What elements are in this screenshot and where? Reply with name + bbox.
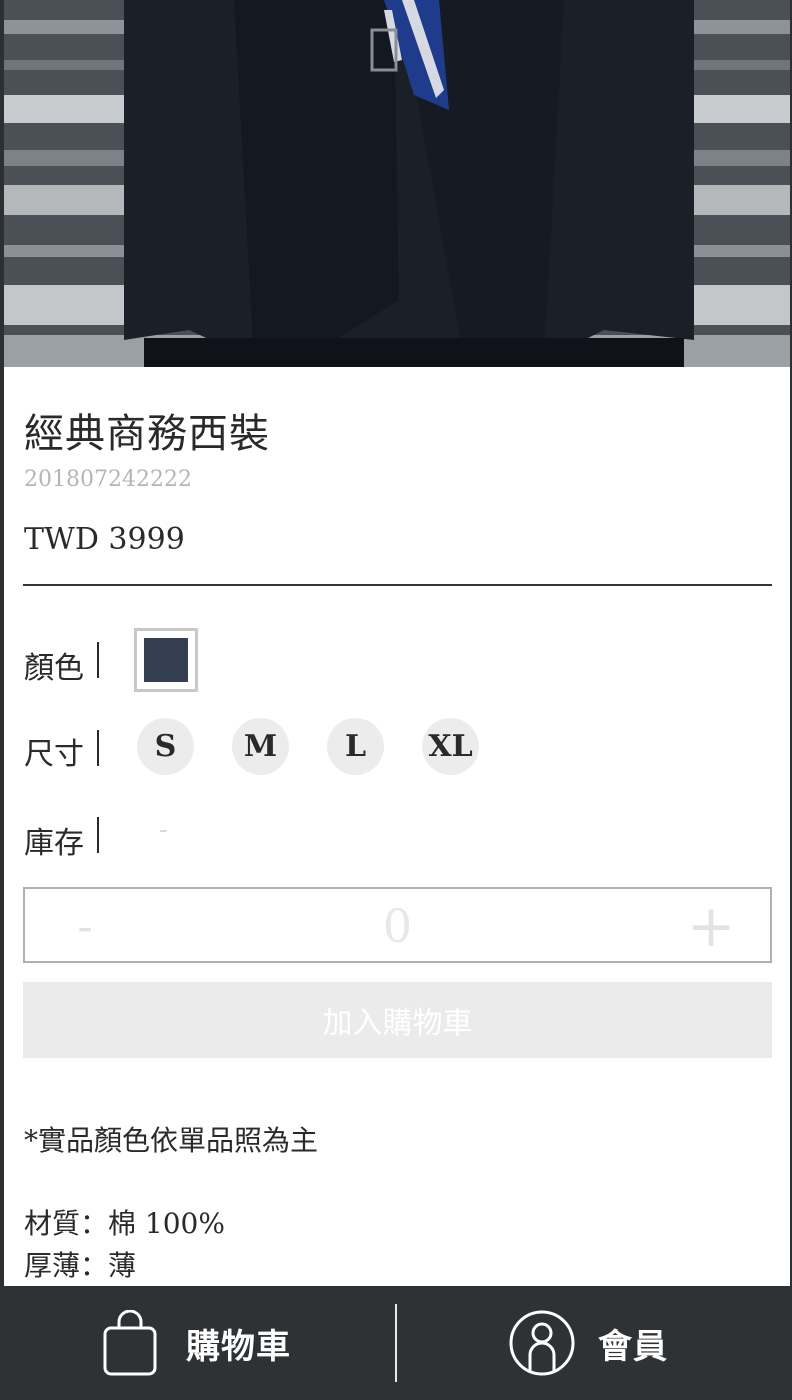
product-sku: 201807242222 [24,467,192,492]
divider [23,584,772,586]
tab-cart[interactable]: 購物車 [102,1286,291,1400]
quantity-stepper: - 0 + [23,887,772,963]
quantity-increase-button[interactable]: + [686,897,736,955]
color-note: *實品顏色依單品照為主 [24,1124,319,1157]
color-swatch-fill [144,638,188,682]
shopping-bag-icon [102,1309,158,1376]
color-swatch[interactable] [134,628,198,692]
size-option-s[interactable]: S [137,718,194,775]
tab-member-label: 會員 [598,1326,668,1367]
tab-cart-label: 購物車 [186,1326,291,1367]
material-spec: 材質：棉 100% [24,1207,225,1240]
size-option-l[interactable]: L [327,718,384,775]
size-option-xl[interactable]: XL [422,718,479,775]
add-to-cart-button[interactable]: 加入購物車 [23,982,772,1058]
size-option-m[interactable]: M [232,718,289,775]
tab-member[interactable]: 會員 [508,1286,668,1400]
tab-separator [395,1304,397,1382]
user-icon [508,1309,576,1377]
stock-label-bar [97,817,99,853]
product-page: 經典商務西裝 201807242222 TWD 3999 顏色 尺寸 S M L… [4,0,790,1400]
color-label-bar [97,642,99,678]
product-title: 經典商務西裝 [24,411,270,457]
product-image [4,0,790,367]
size-label-bar [97,730,99,766]
quantity-value[interactable]: 0 [25,899,770,953]
thickness-spec: 厚薄：薄 [24,1249,137,1282]
color-label: 顏色 [24,651,84,686]
stock-label: 庫存 [24,826,84,861]
product-price: TWD 3999 [24,522,185,557]
size-label: 尺寸 [24,737,84,772]
bottom-tab-bar: 購物車 會員 [0,1286,792,1400]
stock-value: - [159,815,168,845]
